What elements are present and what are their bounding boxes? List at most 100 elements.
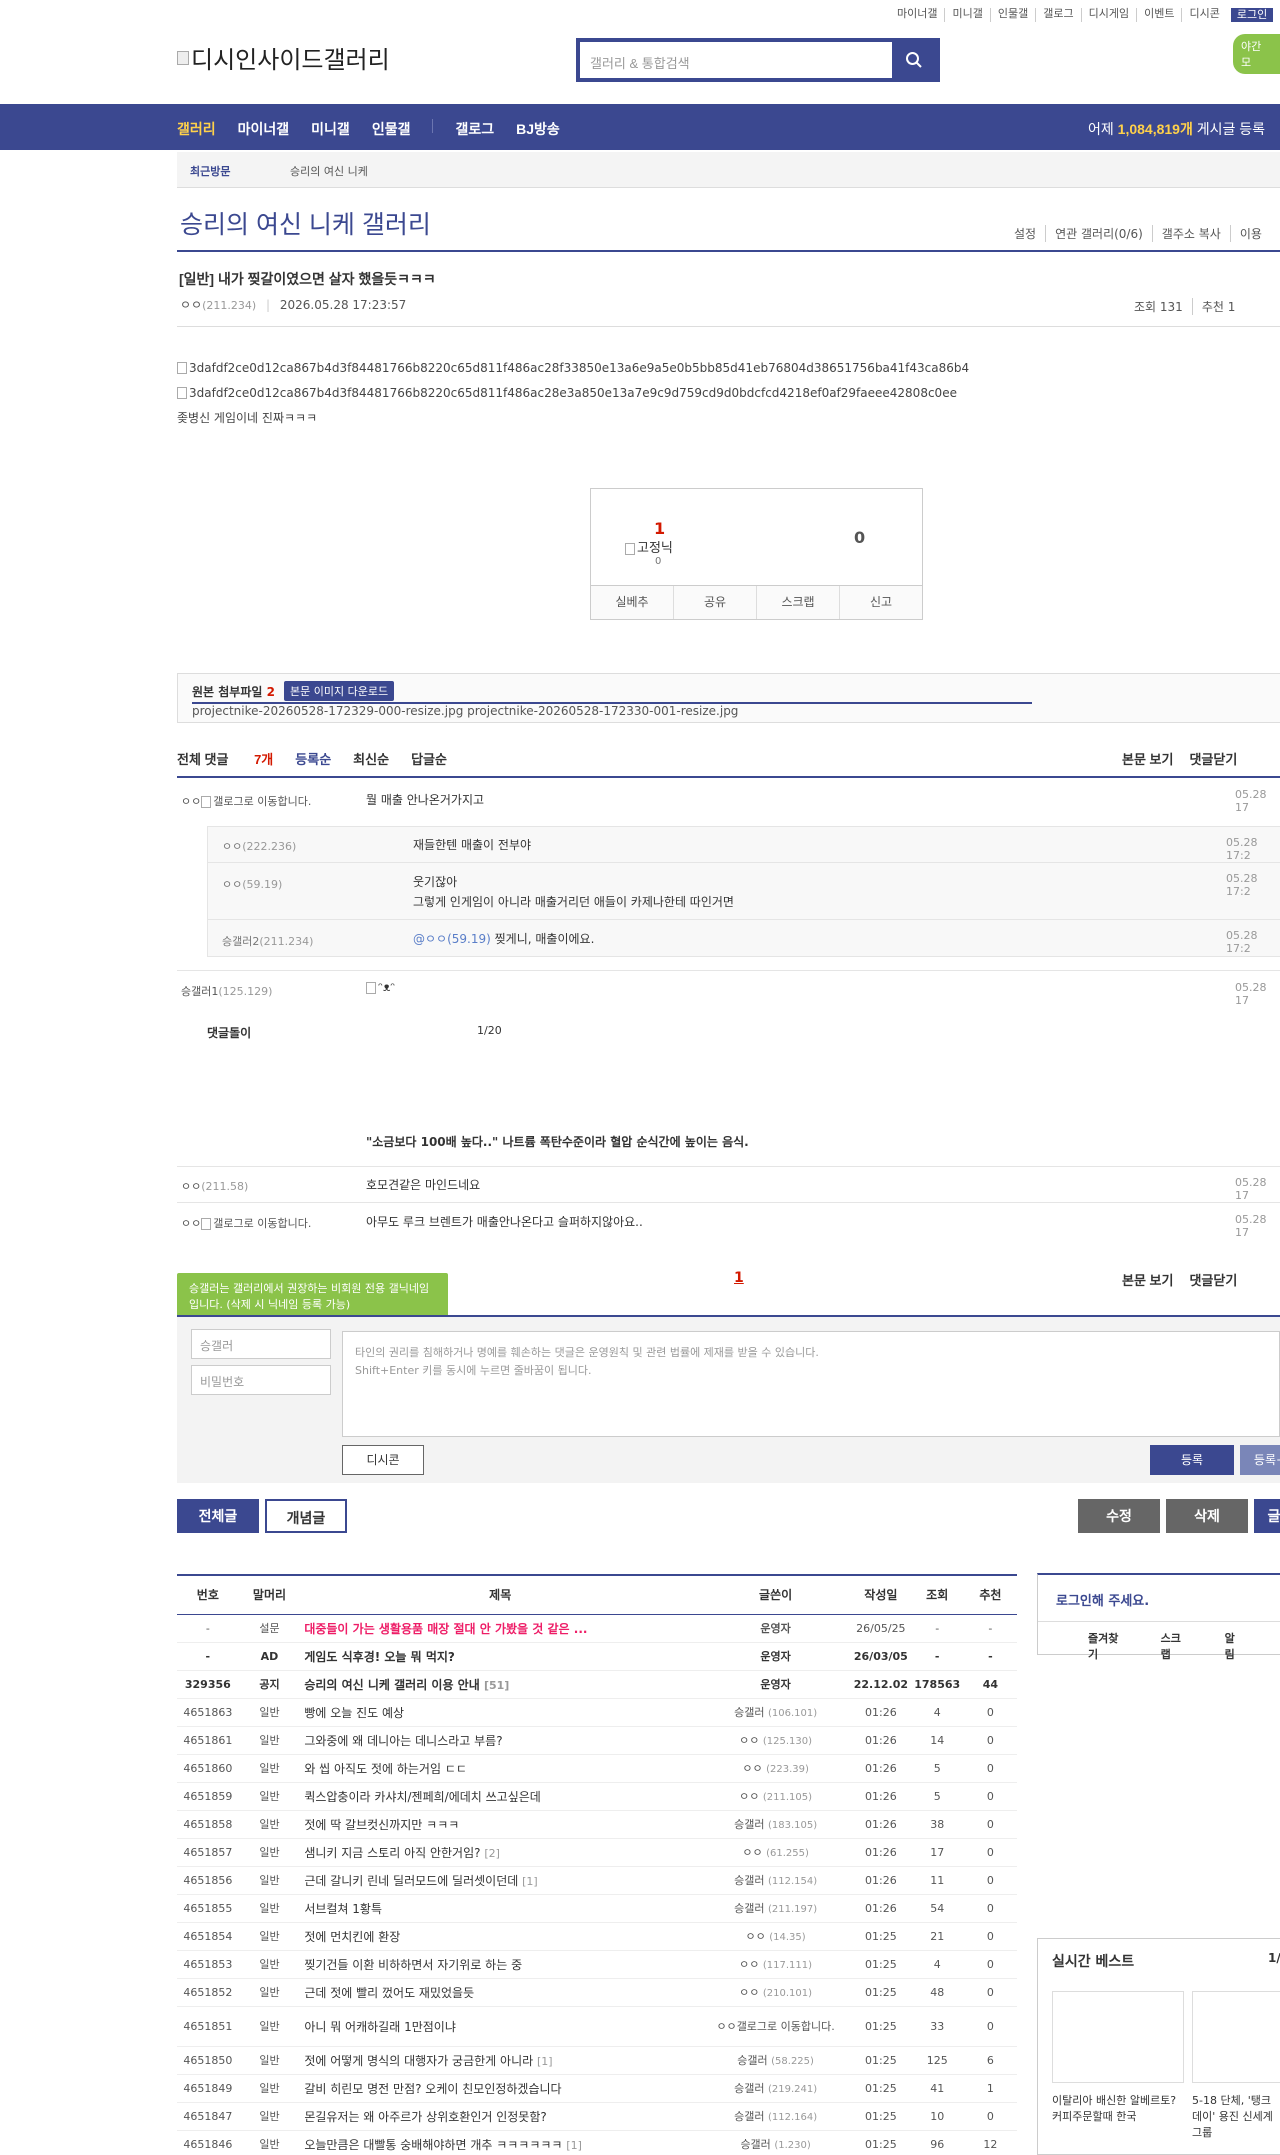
comment-writer[interactable]: ㅇㅇ 갤로그로 이동합니다. <box>181 793 311 809</box>
all-posts-button[interactable]: 전체글 <box>177 1499 259 1533</box>
row-writer[interactable]: 승갤러 (1.230) <box>700 2130 852 2155</box>
row-writer[interactable]: ㅇㅇ (61.255) <box>700 1838 852 1867</box>
row-title[interactable]: 몬길유저는 왜 아주르가 상위호환인거 인정못함? <box>300 2102 701 2131</box>
row-title[interactable]: 젓에 딱 갈브컷신까지만 ㅋㅋㅋ <box>300 1810 701 1839</box>
table-row[interactable]: 4651855 일반 서브컬쳐 1황특 승갤러 (211.197) 01:26 54 0 <box>177 1894 1017 1923</box>
row-writer[interactable]: 승갤러 (112.164) <box>700 2102 852 2131</box>
row-title[interactable]: 승리의 여신 니케 갤러리 이용 안내 [51] <box>300 1670 701 1699</box>
row-writer[interactable]: ㅇㅇ (14.35) <box>700 1922 852 1951</box>
row-writer[interactable]: ㅇㅇ (223.39) <box>700 1754 852 1783</box>
search-button[interactable] <box>892 42 936 78</box>
table-row[interactable]: 4651850 일반 젓에 어떻게 명식의 대행자가 궁금한게 아니라 [1] 승갤러… <box>177 2046 1017 2075</box>
row-title[interactable]: 오늘만큼은 대빨통 숭배해야하면 개추 ㅋㅋㅋㅋㅋㅋ [1] <box>300 2130 701 2155</box>
sort-registered[interactable]: 등록순 <box>295 749 331 768</box>
scrap-button[interactable]: 스크랩 <box>756 586 839 619</box>
table-row[interactable]: - AD 게임도 식후경! 오늘 뭐 먹지? 운영자 26/03/05- - <box>177 1642 1017 1671</box>
recent-item[interactable]: 승리의 여신 니케 <box>290 163 368 179</box>
table-row[interactable]: 4651853 일반 찢기건들 이환 비하하면서 자기위로 하는 중 ㅇㅇ (117.… <box>177 1950 1017 1979</box>
scrap-link[interactable]: 스크랩 <box>1161 1630 1187 1662</box>
password-input[interactable]: 비밀번호 <box>191 1365 331 1395</box>
table-row[interactable]: - 설문 대중들이 가는 생활용품 매장 절대 안 가봤을 것 같은 ... 운영자 2… <box>177 1614 1017 1643</box>
comment-textarea[interactable]: 타인의 권리를 침해하거나 명예를 훼손하는 댓글은 운영원칙 및 관련 법률에… <box>342 1331 1280 1437</box>
close-comments-button[interactable]: 댓글닫기 <box>1189 749 1237 768</box>
view-body-button[interactable]: 본문 보기 <box>1122 1270 1173 1289</box>
row-title[interactable]: 젓에 먼치킨에 환장 <box>300 1922 701 1951</box>
row-writer[interactable]: 운영자 <box>700 1642 852 1671</box>
best-caption[interactable]: 이탈리아 배신한 알베르토? 커피주문할때 한국 <box>1052 2093 1184 2125</box>
table-row[interactable]: 329356 공지 승리의 여신 니케 갤러리 이용 안내 [51] 운영자 22.12… <box>177 1670 1017 1699</box>
row-writer[interactable]: 승갤러 (219.241) <box>700 2074 852 2103</box>
util-dcgame[interactable]: 디시게임 <box>1080 8 1136 22</box>
nav-mini[interactable]: 미니갤 <box>311 119 350 139</box>
search-input[interactable]: 갤러리 & 통합검색 <box>580 42 892 78</box>
table-row[interactable]: 4651861 일반 그와중에 왜 데니아는 데니스라고 부름? ㅇㅇ (125.13… <box>177 1726 1017 1755</box>
util-dccon[interactable]: 디시콘 <box>1181 8 1226 22</box>
nav-gallog[interactable]: 갤로그 <box>455 119 494 139</box>
row-title[interactable]: 젓에 어떻게 명식의 대행자가 궁금한게 아니라 [1] <box>300 2046 701 2075</box>
row-writer[interactable]: 승갤러 (211.197) <box>700 1894 852 1923</box>
row-writer[interactable]: 운영자 <box>700 1614 852 1643</box>
comment-page-1[interactable]: 1 <box>734 1270 744 1286</box>
nav-person[interactable]: 인물갤 <box>372 119 411 139</box>
reply-writer[interactable]: 승갤러2(211.234) <box>222 933 313 949</box>
sort-replies[interactable]: 답글순 <box>411 749 447 768</box>
site-logo[interactable]: 디시인사이드갤러리 <box>177 40 390 75</box>
post-writer[interactable]: ㅇㅇ <box>180 298 202 312</box>
post-image-2[interactable]: 3dafdf2ce0d12ca867b4d3f84481766b8220c65d… <box>177 386 957 400</box>
row-writer[interactable]: 승갤러 (106.101) <box>700 1698 852 1727</box>
row-title[interactable]: 근데 갈니키 린네 딜러모드에 딜러셋이던데 [1] <box>300 1866 701 1895</box>
util-person[interactable]: 인물갤 <box>989 8 1035 22</box>
util-minor[interactable]: 마이너갤 <box>890 8 944 22</box>
post-image-1[interactable]: 3dafdf2ce0d12ca867b4d3f84481766b8220c65d… <box>177 361 969 375</box>
best-caption[interactable]: 5-18 단체, '탱크데이' 용진 신세계그룹 <box>1192 2093 1280 2141</box>
table-row[interactable]: 4651846 일반 오늘만큼은 대빨통 숭배해야하면 개추 ㅋㅋㅋㅋㅋㅋ [1] 승… <box>177 2130 1017 2155</box>
edit-button[interactable]: 수정 <box>1078 1499 1160 1533</box>
table-row[interactable]: 4651857 일반 샘니키 지금 스토리 아직 안한거임? [2] ㅇㅇ (61.2… <box>177 1838 1017 1867</box>
table-row[interactable]: 4651852 일반 근데 젓에 빨리 껐어도 재밌었을듯 ㅇㅇ (210.101) 0… <box>177 1978 1017 2007</box>
favorites-link[interactable]: 즐겨찾기 <box>1088 1630 1123 1662</box>
reply-writer[interactable]: ㅇㅇ(59.19) <box>222 876 282 892</box>
night-mode-toggle[interactable]: 야간 모 <box>1233 34 1280 74</box>
attachment-list[interactable]: projectnike-20260528-172329-000-resize.j… <box>192 702 1032 718</box>
submit-button[interactable]: 등록 <box>1150 1445 1234 1475</box>
sort-latest[interactable]: 최신순 <box>353 749 389 768</box>
row-title[interactable]: 게임도 식후경! 오늘 뭐 먹지? <box>300 1642 701 1671</box>
login-button[interactable]: 로그인 <box>1230 8 1274 22</box>
reply-writer[interactable]: ㅇㅇ(222.236) <box>222 838 296 854</box>
row-title[interactable]: 퀵스압충이라 카샤치/젠페희/에데치 쓰고싶은데 <box>300 1782 701 1811</box>
row-writer[interactable]: ㅇㅇ (211.105) <box>700 1782 852 1811</box>
view-body-button[interactable]: 본문 보기 <box>1122 749 1173 768</box>
nickname-input[interactable]: 승갤러 <box>191 1329 331 1359</box>
copy-address-link[interactable]: 갤주소 복사 <box>1151 225 1230 242</box>
settings-link[interactable]: 설정 <box>1005 225 1045 242</box>
row-writer[interactable]: 승갤러 (183.105) <box>700 1810 852 1839</box>
gallery-title[interactable]: 승리의 여신 니케 갤러리 <box>180 205 431 241</box>
ad-link[interactable]: "소금보다 100배 높다.." 나트륨 폭탄수준이라 혈압 순식간에 높이는 … <box>366 1133 749 1150</box>
usage-link[interactable]: 이용 <box>1229 225 1271 242</box>
row-writer[interactable]: ㅇㅇ (117.111) <box>700 1950 852 1979</box>
table-row[interactable]: 4651863 일반 빵에 오늘 진도 예상 승갤러 (106.101) 01:26 4 0 <box>177 1698 1017 1727</box>
related-gallery-link[interactable]: 연관 갤러리(0/6) <box>1045 225 1152 242</box>
share-button[interactable]: 공유 <box>673 586 756 619</box>
table-row[interactable]: 4651860 일반 와 씹 아직도 젓에 하는거임 ㄷㄷ ㅇㅇ (223.39) 01… <box>177 1754 1017 1783</box>
fixed-nick-recommend[interactable]: 고정닉 <box>625 537 673 556</box>
row-title[interactable]: 그와중에 왜 데니아는 데니스라고 부름? <box>300 1726 701 1755</box>
table-row[interactable]: 4651854 일반 젓에 먼치킨에 환장 ㅇㅇ (14.35) 01:25 21 0 <box>177 1922 1017 1951</box>
best-thumbnail[interactable] <box>1052 1991 1184 2083</box>
login-prompt[interactable]: 로그인해 주세요. <box>1056 1590 1149 1609</box>
comment-writer[interactable]: 승갤러1(125.129) <box>181 983 272 999</box>
row-title[interactable]: 대중들이 가는 생활용품 매장 절대 안 가봤을 것 같은 ... <box>300 1614 701 1643</box>
real-best-button[interactable]: 실베추 <box>591 586 673 619</box>
realtime-best-page[interactable]: 1/ <box>1268 1951 1280 1965</box>
nav-bj[interactable]: BJ방송 <box>516 119 560 139</box>
row-writer[interactable]: 운영자 <box>700 1670 852 1699</box>
row-writer[interactable]: ㅇㅇ (125.130) <box>700 1726 852 1755</box>
table-row[interactable]: 4651849 일반 갈비 히린모 명전 만점? 오케이 친모인정하겠습니다 승갤러 … <box>177 2074 1017 2103</box>
report-button[interactable]: 신고 <box>839 586 922 619</box>
dccon-button[interactable]: 디시콘 <box>342 1445 424 1475</box>
concept-posts-button[interactable]: 개념글 <box>265 1499 347 1533</box>
row-writer[interactable]: 승갤러 (58.225) <box>700 2046 852 2075</box>
nav-gallery[interactable]: 갤러리 <box>177 119 216 139</box>
row-title[interactable]: 서브컬쳐 1황특 <box>300 1894 701 1923</box>
row-writer[interactable]: ㅇㅇ (210.101) <box>700 1978 852 2007</box>
